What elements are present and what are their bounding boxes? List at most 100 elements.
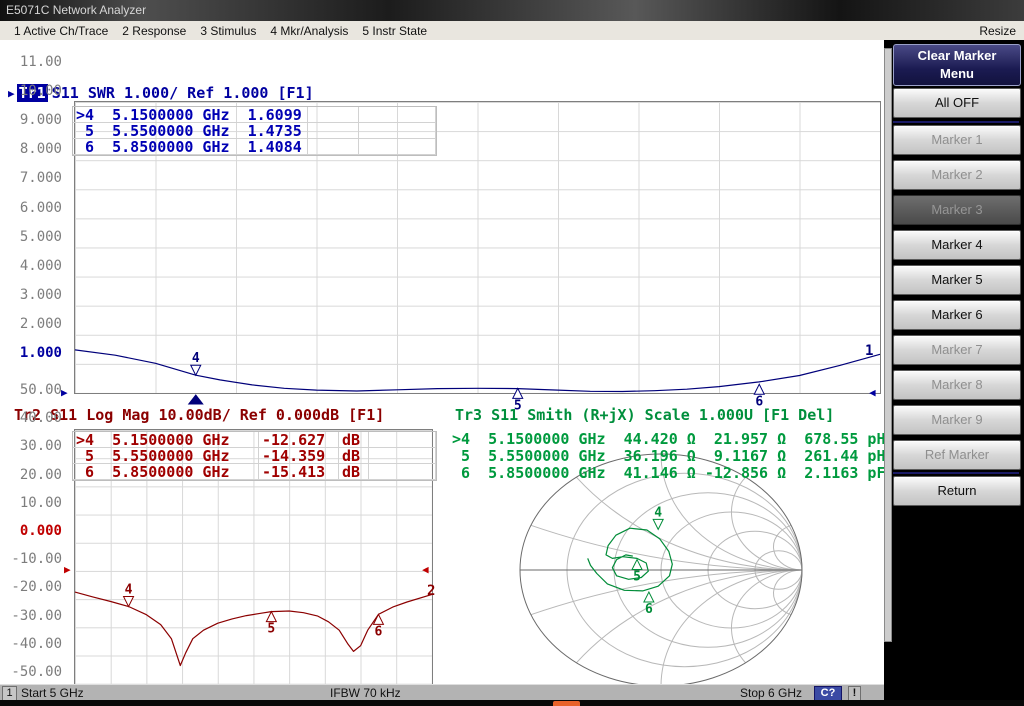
- marker-glyph-icon: [644, 592, 654, 602]
- softkey-return[interactable]: Return: [893, 476, 1021, 506]
- softkey-divider: [893, 121, 1019, 123]
- tr1-trace-number: 1: [865, 343, 873, 359]
- tr2-header[interactable]: Tr2 S11 Log Mag 10.00dB/ Ref 0.000dB [F1…: [14, 406, 384, 424]
- marker-readout-cell: >4 5.1500000 GHz: [73, 432, 259, 448]
- tr2-ref-level-arrow-right-icon: ◀: [422, 564, 429, 575]
- tr2-ref-level-arrow-left-icon: ▶: [64, 564, 71, 575]
- marker-readout-cell: [359, 139, 436, 155]
- marker-readout-cell: -12.627: [259, 432, 339, 448]
- softkey-marker-8: Marker 8: [893, 370, 1021, 400]
- softkey-marker-9: Marker 9: [893, 405, 1021, 435]
- stop-frequency[interactable]: Stop 6 GHz: [740, 686, 802, 700]
- marker-readout-cell: [308, 123, 359, 139]
- axis-tick: 3.000: [2, 287, 62, 303]
- resize-button[interactable]: Resize: [979, 24, 1016, 38]
- vna-application-window: E5071C Network Analyzer 1 Active Ch/Trac…: [0, 0, 1024, 706]
- axis-tick: 10.00: [2, 495, 62, 511]
- axis-tick: 5.000: [2, 229, 62, 245]
- window-title: E5071C Network Analyzer: [0, 3, 146, 17]
- channel-display-area: ▶Tr1S11 SWR 1.000/ Ref 1.000 [F1] 456 >4…: [0, 40, 884, 684]
- marker-number-label: 6: [375, 624, 383, 639]
- marker-glyph-icon: [653, 519, 663, 529]
- axis-tick: 50.00: [2, 382, 62, 398]
- start-frequency[interactable]: Start 5 GHz: [21, 686, 84, 700]
- title-bar: E5071C Network Analyzer: [0, 0, 1024, 21]
- softkey-divider: [893, 472, 1019, 474]
- axis-tick: 30.00: [2, 438, 62, 454]
- tr1-marker-readout: >4 5.1500000 GHz 1.6099 5 5.5500000 GHz …: [72, 106, 437, 156]
- menu-response[interactable]: 2 Response: [122, 24, 186, 38]
- axis-tick: -50.00: [2, 664, 62, 680]
- marker-glyph-icon: [632, 560, 642, 570]
- tr1-format-text: S11 SWR 1.000/ Ref 1.000 [F1]: [52, 84, 314, 102]
- marker-number-label: 4: [125, 583, 133, 598]
- axis-tick: 7.000: [2, 170, 62, 186]
- menu-bar: 1 Active Ch/Trace 2 Response 3 Stimulus …: [0, 21, 1024, 41]
- marker-readout-cell: [308, 139, 359, 155]
- marker-glyph-icon: [266, 612, 276, 622]
- ifbw-value[interactable]: IFBW 70 kHz: [330, 686, 401, 700]
- softkey-marker-4[interactable]: Marker 4: [893, 230, 1021, 260]
- menu-instr-state[interactable]: 5 Instr State: [362, 24, 427, 38]
- marker-readout-cell: [308, 107, 359, 123]
- bottom-edge-strip: [0, 700, 1024, 706]
- smith-frame: [520, 454, 802, 686]
- axis-tick: 11.00: [2, 54, 62, 70]
- axis-tick: 9.000: [2, 112, 62, 128]
- marker-readout-row: >4 5.1500000 GHz 44.420 Ω 21.957 Ω 678.5…: [452, 431, 885, 448]
- softkey-marker-5[interactable]: Marker 5: [893, 265, 1021, 295]
- tr2-marker-readout: >4 5.1500000 GHz-12.627dB 5 5.5500000 GH…: [72, 431, 437, 481]
- marker-number-label: 6: [645, 602, 653, 617]
- status-bar: 1 Start 5 GHz IFBW 70 kHz Stop 6 GHz C? …: [0, 684, 884, 701]
- axis-tick: 8.000: [2, 141, 62, 157]
- softkey-menu-title-line2: Menu: [894, 65, 1020, 83]
- stimulus-marker-icon: [189, 395, 203, 404]
- marker-readout-cell: [369, 448, 436, 464]
- axis-tick: 1.000: [2, 345, 62, 361]
- marker-readout-cell: dB: [339, 464, 369, 480]
- tr1-ref-level-arrow-right-icon: ◀: [869, 387, 876, 398]
- marker-readout-cell: 6 5.8500000 GHz: [73, 464, 259, 480]
- softkey-marker-2: Marker 2: [893, 160, 1021, 190]
- axis-tick: 20.00: [2, 467, 62, 483]
- menu-stimulus[interactable]: 3 Stimulus: [200, 24, 256, 38]
- marker-readout-row: 5 5.5500000 GHz 36.196 Ω 9.1167 Ω 261.44…: [452, 448, 885, 465]
- marker-readout-cell: dB: [339, 432, 369, 448]
- softkey-menu-title: Clear Marker Menu: [893, 44, 1021, 86]
- marker-readout-cell: dB: [339, 448, 369, 464]
- menu-mkr-analysis[interactable]: 4 Mkr/Analysis: [270, 24, 348, 38]
- marker-number-label: 5: [267, 622, 275, 637]
- softkey-scroll-strip[interactable]: [884, 48, 892, 642]
- axis-tick: 6.000: [2, 200, 62, 216]
- marker-readout-cell: -14.359: [259, 448, 339, 464]
- marker-readout-cell: [369, 432, 436, 448]
- softkey-all-off[interactable]: All OFF: [893, 88, 1021, 118]
- marker-readout-cell: [359, 107, 436, 123]
- menu-active-ch-trace[interactable]: 1 Active Ch/Trace: [14, 24, 108, 38]
- axis-tick: -40.00: [2, 636, 62, 652]
- marker-readout-cell: 6 5.8500000 GHz 1.4084: [73, 139, 308, 155]
- axis-tick: 4.000: [2, 258, 62, 274]
- axis-tick: -10.00: [2, 551, 62, 567]
- softkey-ref-marker: Ref Marker: [893, 440, 1021, 470]
- marker-readout-row: 6 5.8500000 GHz 41.146 Ω -12.856 Ω 2.116…: [452, 465, 885, 482]
- correction-status-badge: C?: [814, 686, 842, 701]
- softkey-marker-7: Marker 7: [893, 335, 1021, 365]
- alert-indicator: !: [848, 686, 861, 701]
- softkey-marker-1: Marker 1: [893, 125, 1021, 155]
- tr3-header[interactable]: Tr3 S11 Smith (R+jX) Scale 1.000U [F1 De…: [455, 406, 834, 424]
- axis-tick: -30.00: [2, 608, 62, 624]
- marker-glyph-icon: [513, 388, 523, 398]
- marker-readout-cell: 5 5.5500000 GHz: [73, 448, 259, 464]
- marker-readout-cell: >4 5.1500000 GHz 1.6099: [73, 107, 308, 123]
- axis-tick: 40.00: [2, 410, 62, 426]
- softkey-marker-3[interactable]: Marker 3: [893, 195, 1021, 225]
- channel-number-box: 1: [2, 686, 17, 701]
- marker-number-label: 5: [633, 570, 641, 585]
- axis-tick: 2.000: [2, 316, 62, 332]
- softkey-sidebar: Clear Marker Menu All OFF Marker 1 Marker …: [884, 40, 1024, 700]
- softkey-marker-6[interactable]: Marker 6: [893, 300, 1021, 330]
- tr3-marker-readout: >4 5.1500000 GHz 44.420 Ω 21.957 Ω 678.5…: [452, 431, 885, 482]
- marker-number-label: 4: [654, 505, 662, 520]
- marker-readout-cell: [359, 123, 436, 139]
